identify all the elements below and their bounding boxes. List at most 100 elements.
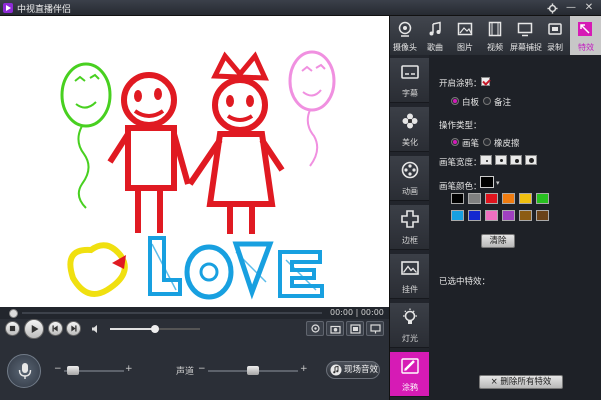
channel-handle[interactable] xyxy=(247,366,259,375)
stop-button[interactable] xyxy=(5,321,20,336)
sidebar-item-light[interactable]: 灯光 xyxy=(390,303,430,348)
tab-images-label: 图片 xyxy=(457,43,473,52)
color-swatch[interactable] xyxy=(485,210,498,221)
delete-all-effects-button[interactable]: × 删除所有特效 xyxy=(479,375,563,389)
pen-width-label: 画笔宽度： xyxy=(439,158,482,168)
pen-width-option-1[interactable] xyxy=(480,155,492,165)
mode-whiteboard-radio[interactable] xyxy=(451,97,459,105)
color-swatch[interactable] xyxy=(536,193,549,204)
tab-effects-label: 特效 xyxy=(578,43,594,52)
color-swatch[interactable] xyxy=(451,193,464,204)
color-swatch[interactable] xyxy=(519,193,532,204)
seek-track[interactable] xyxy=(22,312,322,314)
operation-type-label: 操作类型： xyxy=(439,121,482,131)
snapshot-button[interactable] xyxy=(326,321,344,336)
sidebar-item-frame[interactable]: 边框 xyxy=(390,205,430,250)
tab-images[interactable]: 图片 xyxy=(450,16,480,55)
color-swatch[interactable] xyxy=(536,210,549,221)
tab-songs-label: 歌曲 xyxy=(427,43,443,52)
pen-width-option-4[interactable] xyxy=(525,155,537,165)
channel-minus[interactable]: − xyxy=(198,364,206,374)
op-eraser-radio[interactable] xyxy=(483,138,491,146)
window-title: 中视直播伴侣 xyxy=(17,5,72,15)
picture-icon xyxy=(401,261,419,275)
live-sound-effect-button[interactable]: 现场音效 xyxy=(326,361,380,379)
webcam-toggle-button[interactable] xyxy=(306,321,324,336)
microphone-icon xyxy=(18,363,32,379)
microphone-button[interactable] xyxy=(7,354,41,388)
effects-icon xyxy=(578,22,592,36)
sidebar-item-graffiti[interactable]: 涂鸦 xyxy=(390,352,430,397)
sidebar-item-animation[interactable]: 动画 xyxy=(390,156,430,201)
tab-webcam-label: 摄像头 xyxy=(393,43,417,52)
flower-icon xyxy=(402,113,418,129)
close-button[interactable]: ✕ xyxy=(582,1,596,15)
channel-label: 声道 xyxy=(176,367,195,377)
color-swatch[interactable] xyxy=(485,193,498,204)
next-button[interactable] xyxy=(66,321,81,336)
channel-plus[interactable]: + xyxy=(300,364,308,374)
tab-effects[interactable]: 特效 xyxy=(570,16,601,55)
color-swatch[interactable] xyxy=(468,193,481,204)
tab-record[interactable]: 录制 xyxy=(540,16,570,55)
gear-icon[interactable] xyxy=(545,1,559,15)
color-swatch[interactable] xyxy=(502,210,515,221)
monitor-button[interactable] xyxy=(366,321,384,336)
pen-color-label: 画笔颜色： xyxy=(439,182,482,192)
tab-video-label: 视频 xyxy=(487,43,503,52)
sidebar-item-pendant[interactable]: 挂件 xyxy=(390,254,430,299)
pen-width-option-3[interactable] xyxy=(510,155,522,165)
title-bar: 中视直播伴侣 — ✕ xyxy=(0,0,601,16)
volume-slider[interactable] xyxy=(110,325,200,333)
speaker-icon xyxy=(92,325,97,333)
current-pen-color[interactable] xyxy=(480,176,494,188)
color-swatch[interactable] xyxy=(519,210,532,221)
enable-graffiti-checkbox[interactable] xyxy=(481,77,490,86)
pen-width-option-2[interactable] xyxy=(495,155,507,165)
play-button[interactable] xyxy=(24,319,44,339)
tab-video[interactable]: 视频 xyxy=(480,16,510,55)
sidebar-item-light-label: 灯光 xyxy=(402,334,418,343)
sidebar-item-pendant-label: 挂件 xyxy=(402,285,418,294)
graffiti-canvas[interactable] xyxy=(0,16,389,307)
mic-volume-slider[interactable] xyxy=(64,366,124,375)
audio-controls: − + 声道 − + 现场音效 xyxy=(0,339,389,400)
color-swatch[interactable] xyxy=(451,210,464,221)
op-pen-label: 画笔 xyxy=(462,139,480,149)
clear-button[interactable]: 清除 xyxy=(481,234,515,248)
previous-button[interactable] xyxy=(48,321,63,336)
seek-bar[interactable]: 00:00 | 00:00 xyxy=(0,307,389,319)
chevron-down-icon[interactable]: ▾ xyxy=(496,179,502,187)
sidebar-item-animation-label: 动画 xyxy=(402,187,418,196)
volume-fill xyxy=(110,328,155,330)
op-pen-radio[interactable] xyxy=(451,138,459,146)
op-eraser-label: 橡皮擦 xyxy=(494,139,520,149)
mic-volume-minus[interactable]: − xyxy=(54,364,62,374)
seek-handle[interactable] xyxy=(9,309,18,318)
sidebar-item-subtitle[interactable]: 字幕 xyxy=(390,58,430,103)
fullscreen-button[interactable] xyxy=(346,321,364,336)
mic-volume-handle[interactable] xyxy=(67,366,79,375)
tab-screen-capture-label: 屏幕捕捉 xyxy=(510,43,542,52)
image-icon xyxy=(457,22,473,36)
graffiti-settings-panel: 开启涂鸦： 白板 备注 操作类型： 画笔 橡皮擦 画笔宽度： 画笔颜色： ▾ 清… xyxy=(429,55,601,400)
mic-volume-plus[interactable]: + xyxy=(125,364,133,374)
color-swatch[interactable] xyxy=(502,193,515,204)
tab-screen-capture[interactable]: 屏幕捕捉 xyxy=(510,16,542,55)
effects-category-nav: 字幕 美化 动画 边框 挂件 灯光 涂鸦 xyxy=(389,55,430,400)
mode-note-radio[interactable] xyxy=(483,97,491,105)
cross-frame-icon xyxy=(401,210,419,228)
volume-handle[interactable] xyxy=(151,325,159,333)
minimize-button[interactable]: — xyxy=(564,1,578,15)
tab-songs[interactable]: 歌曲 xyxy=(420,16,450,55)
selected-effects-label: 已选中特效： xyxy=(439,277,491,287)
time-display: 00:00 | 00:00 xyxy=(330,308,384,317)
music-note-icon xyxy=(330,364,342,376)
tab-webcam[interactable]: 摄像头 xyxy=(390,16,420,55)
sidebar-item-beautify[interactable]: 美化 xyxy=(390,107,430,152)
mode-whiteboard-label: 白板 xyxy=(462,98,480,108)
live-sound-effect-label: 现场音效 xyxy=(344,365,379,375)
film-icon xyxy=(488,21,502,37)
channel-slider[interactable] xyxy=(208,366,298,375)
color-swatch[interactable] xyxy=(468,210,481,221)
